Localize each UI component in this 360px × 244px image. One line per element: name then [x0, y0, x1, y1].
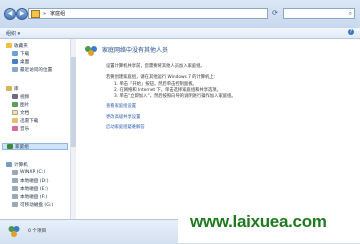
- homegroup-icon: [85, 46, 97, 56]
- organize-button[interactable]: 组织 ▾: [6, 30, 20, 37]
- nav-desktop[interactable]: 桌面: [12, 58, 29, 65]
- navigation-pane: 收藏夹 下载 桌面 最近访问的位置 库 视频 图片 文档 迅雷下载 音乐 家庭组…: [0, 39, 71, 219]
- nav-drive-e[interactable]: 本地磁盘 (E:): [12, 185, 48, 192]
- explorer-window: ◀ ▶ » 家庭组 ⟳ ⌕ 组织 ▾ ? 收藏夹 下载 桌面 最近访问的位置 库…: [0, 0, 360, 244]
- nav-computer[interactable]: 计算机: [6, 161, 28, 168]
- library-icon: [6, 86, 12, 91]
- recent-places-icon: [12, 67, 18, 72]
- drive-icon: [12, 178, 18, 183]
- help-icon[interactable]: ?: [348, 29, 354, 35]
- page-title: 家庭网络中没有其他人员: [102, 47, 169, 54]
- change-advanced-sharing-link[interactable]: 更改高级共享设置: [106, 114, 140, 120]
- nav-drive-g[interactable]: 可移动磁盘 (G:): [12, 201, 53, 208]
- nav-pictures[interactable]: 图片: [12, 101, 29, 108]
- homegroup-icon: [31, 9, 40, 18]
- nav-drive-f[interactable]: 本地磁盘 (F:): [12, 193, 47, 200]
- refresh-icon[interactable]: ⟳: [272, 9, 278, 17]
- music-icon: [12, 126, 18, 131]
- instruction-step-3: 3. 单击“立即加入”，然后按照向导的说明进行操作加入家庭组。: [114, 94, 236, 99]
- description-text: 设置计算机共享前，您需要将其他人员加入家庭组。: [106, 64, 205, 69]
- back-button[interactable]: ◀: [4, 8, 16, 20]
- nav-downloads[interactable]: 下载: [12, 50, 29, 57]
- nav-documents[interactable]: 文档: [12, 109, 29, 116]
- video-icon: [12, 94, 18, 99]
- desktop-icon: [12, 59, 18, 64]
- homegroup-troubleshooter-link[interactable]: 启动家庭组疑难解答: [106, 124, 145, 130]
- address-location[interactable]: 家庭组: [50, 10, 65, 17]
- removable-drive-icon: [12, 202, 18, 207]
- item-count: 0 个项目: [28, 229, 47, 234]
- address-field[interactable]: » 家庭组: [28, 8, 268, 19]
- instructions-intro: 若要创建家庭组，请在其他运行 Windows 7 的计算机上：: [106, 75, 218, 80]
- forward-button[interactable]: ▶: [16, 8, 28, 20]
- address-bar-area: ◀ ▶ » 家庭组 ⟳ ⌕: [0, 0, 360, 29]
- nav-favorites[interactable]: 收藏夹: [6, 42, 28, 49]
- nav-videos[interactable]: 视频: [12, 93, 29, 100]
- drive-icon: [12, 194, 18, 199]
- search-input[interactable]: ⌕: [283, 8, 355, 19]
- nav-drive-c[interactable]: WINXP (C:): [12, 169, 45, 176]
- address-crumb-separator[interactable]: »: [43, 11, 46, 17]
- folder-icon: [12, 118, 18, 123]
- nav-thunder[interactable]: 迅雷下载: [12, 117, 38, 124]
- view-homegroup-settings-link[interactable]: 查看家庭组设置: [106, 103, 136, 109]
- nav-music[interactable]: 音乐: [12, 125, 29, 132]
- nav-recent[interactable]: 最近访问的位置: [12, 66, 52, 73]
- drive-icon: [12, 186, 18, 191]
- nav-drive-d[interactable]: 本地磁盘 (D:): [12, 177, 49, 184]
- command-bar: 组织 ▾ ?: [0, 28, 360, 39]
- downloads-icon: [12, 51, 18, 56]
- star-icon: [6, 43, 12, 48]
- homegroup-icon: [7, 144, 13, 149]
- nav-homegroup[interactable]: 家庭组: [2, 143, 68, 150]
- drive-icon: [12, 170, 18, 175]
- homegroup-icon: [8, 226, 20, 237]
- picture-icon: [12, 102, 18, 107]
- nav-libraries[interactable]: 库: [6, 85, 19, 92]
- watermark: www.laixuea.com: [178, 208, 360, 243]
- document-icon: [12, 110, 18, 115]
- search-icon[interactable]: ⌕: [349, 10, 352, 18]
- watermark-text: www.laixuea.com: [190, 212, 327, 231]
- content-pane: 家庭网络中没有其他人员 设置计算机共享前，您需要将其他人员加入家庭组。 若要创建…: [76, 39, 360, 219]
- computer-icon: [6, 162, 12, 167]
